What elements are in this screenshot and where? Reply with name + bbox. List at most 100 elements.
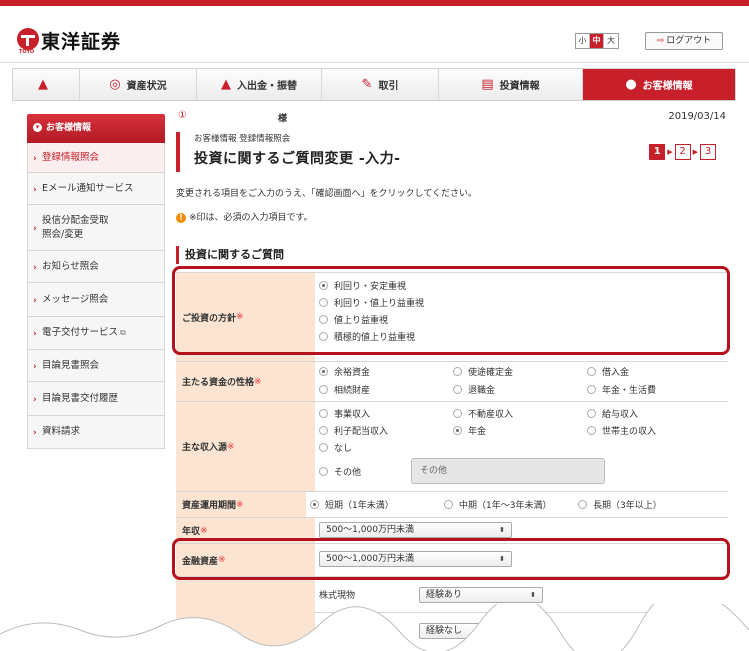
label-text: 金融資産 xyxy=(182,556,219,567)
financial-assets-select[interactable]: 500～1,000万円未満 ⬍ xyxy=(319,551,512,567)
radio-button[interactable] xyxy=(319,426,328,435)
nav-home[interactable]: ▲ xyxy=(13,69,80,100)
radio-income-none[interactable]: なし xyxy=(319,439,453,456)
radio-button[interactable] xyxy=(453,409,462,418)
radio-button[interactable] xyxy=(319,281,328,290)
radio-button[interactable] xyxy=(319,315,328,324)
nav-assets[interactable]: ◎ 資産状況 xyxy=(80,69,197,100)
policy-options: 利回り・安定重視 利回り・値上り益重視 値上り益重視 積極的値上り益重視 xyxy=(315,273,728,361)
annual-income-select[interactable]: 500～1,000万円未満 ⬍ xyxy=(319,522,512,538)
nav-customer-info[interactable]: ● お客様情報 xyxy=(583,69,735,100)
label-investment-period: 資産運用期間 ※ xyxy=(176,492,306,517)
label-text: ご投資の方針 xyxy=(182,313,237,324)
sidebar-item-prospectus[interactable]: › 目論見書照会 xyxy=(27,350,165,382)
required-mark: ※ xyxy=(200,525,208,536)
radio-fund-surplus[interactable]: 余裕資金 xyxy=(319,363,453,380)
coins-icon: ◎ xyxy=(109,77,121,92)
radio-button[interactable] xyxy=(453,384,462,394)
experience-stocks-cash-select[interactable]: 経験あり ⬍ xyxy=(419,586,543,603)
row-investment-policy: ご投資の方針 ※ 利回り・安定重視 利回り・値上り益重視 値上り益重視 積極的値上… xyxy=(176,273,728,362)
select-value: 500～1,000万円未満 xyxy=(326,554,414,564)
radio-button[interactable] xyxy=(453,426,462,435)
logout-icon: ⇨ xyxy=(656,36,665,46)
radio-income-other[interactable]: その他 その他 xyxy=(319,456,728,486)
current-date: 2019/03/14 xyxy=(668,111,726,122)
radio-button[interactable] xyxy=(587,384,596,394)
radio-income-pension[interactable]: 年金 xyxy=(453,422,587,439)
sidebar-item-document-request[interactable]: › 資料請求 xyxy=(27,416,165,449)
radio-fund-retirement[interactable]: 退職金 xyxy=(453,381,587,398)
row-financial-assets: 金融資産 ※ 500～1,000万円未満 ⬍ xyxy=(176,544,728,577)
radio-button[interactable] xyxy=(453,367,462,376)
radio-button[interactable] xyxy=(310,500,319,509)
option-label: 値上り益重視 xyxy=(334,316,389,326)
sidebar-item-email-notification[interactable]: › Eメール通知サービス xyxy=(27,173,165,205)
sidebar-item-registration-info[interactable]: › 登録情報照会 xyxy=(27,143,165,173)
sidebar-item-messages[interactable]: › メッセージ照会 xyxy=(27,283,165,317)
radio-policy-aggressive[interactable]: 積極的値上り益重視 xyxy=(319,328,728,345)
radio-button[interactable] xyxy=(444,500,453,509)
radio-button[interactable] xyxy=(587,426,596,435)
font-size-small-button[interactable]: 小 xyxy=(576,34,590,48)
radio-button[interactable] xyxy=(319,332,328,341)
sidebar-item-label: 資料請求 xyxy=(42,426,81,437)
nav-transfer[interactable]: ▲ 入出金・振替 xyxy=(197,69,322,100)
radio-income-business[interactable]: 事業収入 xyxy=(319,405,453,422)
option-label: 利子配当収入 xyxy=(334,427,389,437)
radio-policy-stable[interactable]: 利回り・安定重視 xyxy=(319,277,728,294)
chart-board-icon: ▤ xyxy=(481,77,494,92)
radio-fund-pension[interactable]: 年金・生活費 xyxy=(587,381,721,398)
option-label: 中期（1年～3年未満） xyxy=(459,501,552,511)
nav-trade-label: 取引 xyxy=(378,81,399,92)
step-indicator: 1 ▶ 2 ▶ 3 xyxy=(649,144,716,160)
investment-form: ご投資の方針 ※ 利回り・安定重視 利回り・値上り益重視 値上り益重視 積極的値上… xyxy=(176,272,728,651)
nav-transfer-label: 入出金・振替 xyxy=(237,81,297,92)
radio-fund-designated[interactable]: 使途確定金 xyxy=(453,363,587,380)
handshake-icon: ✎ xyxy=(361,77,373,92)
radio-fund-borrowed[interactable]: 借入金 xyxy=(587,363,721,380)
font-size-medium-button[interactable]: 中 xyxy=(590,34,604,48)
chevron-right-icon: › xyxy=(33,295,37,306)
radio-button[interactable] xyxy=(319,466,328,476)
sidebar-item-electronic-delivery[interactable]: › 電子交付サービス ⧉ xyxy=(27,317,165,350)
radio-policy-growth[interactable]: 値上り益重視 xyxy=(319,311,728,328)
radio-button[interactable] xyxy=(319,298,328,307)
chevron-right-icon: › xyxy=(33,223,37,234)
radio-income-dividends[interactable]: 利子配当収入 xyxy=(319,422,453,439)
radio-income-realestate[interactable]: 不動産収入 xyxy=(453,405,587,422)
radio-button[interactable] xyxy=(319,367,328,376)
logout-button[interactable]: ⇨ ログアウト xyxy=(645,32,723,50)
required-mark: ※ xyxy=(236,312,244,322)
radio-policy-yield-growth[interactable]: 利回り・値上り益重視 xyxy=(319,294,728,311)
radio-button[interactable] xyxy=(587,367,596,376)
radio-button[interactable] xyxy=(319,384,328,394)
select-value: 経験あり xyxy=(426,589,463,600)
home-icon: ▲ xyxy=(38,77,48,92)
radio-income-householder[interactable]: 世帯主の収入 xyxy=(587,422,721,439)
radio-period-short[interactable]: 短期（1年未満） xyxy=(310,496,444,513)
nav-investment-info[interactable]: ▤ 投資情報 xyxy=(439,69,583,100)
radio-fund-inheritance[interactable]: 相続財産 xyxy=(319,381,453,398)
radio-income-salary[interactable]: 給与収入 xyxy=(587,405,721,422)
radio-button[interactable] xyxy=(319,409,328,418)
radio-period-long[interactable]: 長期（3年以上） xyxy=(578,496,728,513)
sidebar-item-label: Eメール通知サービス xyxy=(42,182,134,194)
font-size-switch: 小 中 大 xyxy=(575,33,619,49)
sidebar-item-prospectus-history[interactable]: › 目論見書交付履歴 xyxy=(27,382,165,416)
option-label: 給与収入 xyxy=(602,410,639,420)
radio-button[interactable] xyxy=(587,409,596,418)
logout-label: ログアウト xyxy=(666,36,712,46)
income-other-input[interactable]: その他 xyxy=(411,458,606,484)
option-label: 余裕資金 xyxy=(334,368,371,378)
sidebar-item-notices[interactable]: › お知らせ照会 xyxy=(27,251,165,283)
radio-period-medium[interactable]: 中期（1年～3年未満） xyxy=(444,496,578,513)
radio-button[interactable] xyxy=(319,443,328,452)
radio-button[interactable] xyxy=(578,500,587,509)
sidebar-item-dividend-receipt[interactable]: › 投信分配金受取 照会/変更 xyxy=(27,205,165,251)
font-size-large-button[interactable]: 大 xyxy=(604,34,618,48)
select-caret-icon: ⬍ xyxy=(499,555,505,563)
external-link-icon: ⧉ xyxy=(120,328,126,337)
label-text: 主たる資金の性格 xyxy=(182,378,255,388)
nav-trade[interactable]: ✎ 取引 xyxy=(322,69,439,100)
option-label: その他 xyxy=(334,467,362,478)
